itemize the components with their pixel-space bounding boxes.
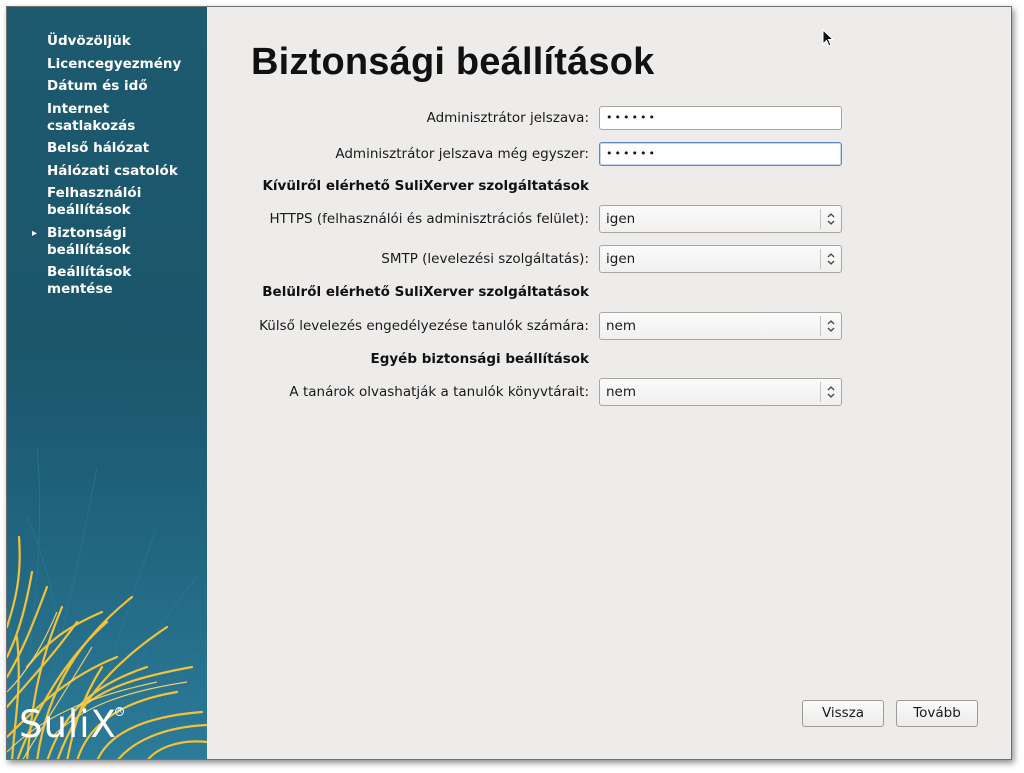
up-down-chevron-icon [827, 253, 835, 265]
sulix-logo: SuliX R [19, 697, 129, 747]
external-mail-select-value: nem [606, 318, 637, 334]
sidebar-item-label: Belső hálózat [47, 140, 150, 156]
select-separator [820, 382, 821, 402]
sidebar-item-datum-es-ido[interactable]: Dátum és idő [47, 78, 203, 95]
sidebar-item-label: Dátum és idő [47, 78, 148, 94]
admin-password-confirm-field[interactable]: •••••• [599, 142, 842, 166]
sidebar-item-label: Beállítások mentése [47, 264, 132, 297]
select-separator [820, 316, 821, 336]
sidebar-item-halozati-csatolok[interactable]: Hálózati csatolók [47, 163, 203, 180]
external-mail-label: Külső levelezés engedélyezése tanulók sz… [259, 318, 589, 334]
smtp-select-value: igen [606, 251, 636, 267]
registered-mark-icon: R [115, 707, 124, 716]
up-down-chevron-icon [827, 213, 835, 225]
sidebar-item-biztonsagi-beallitasok[interactable]: ▸ Biztonsági beállítások [32, 224, 203, 259]
sidebar-item-felhasznaloi-beallitasok[interactable]: Felhasználói beállítások [47, 185, 203, 219]
sidebar-item-licencegyezmeny[interactable]: Licencegyezmény [47, 56, 203, 73]
https-select[interactable]: igen [599, 205, 842, 233]
mouse-pointer-icon [822, 29, 835, 47]
sidebar-item-belso-halozat[interactable]: Belső hálózat [47, 140, 203, 157]
sidebar-item-udvozoljuk[interactable]: Üdvözöljük [47, 33, 203, 50]
sidebar-item-internet-csatlakozas[interactable]: Internet csatlakozás [47, 101, 203, 135]
installer-window: Üdvözöljük Licencegyezmény Dátum és idő … [6, 6, 1012, 760]
sidebar-item-label: Üdvözöljük [47, 33, 131, 49]
next-button[interactable]: Tovább [896, 700, 978, 727]
section-other-security: Egyéb biztonsági beállítások [370, 351, 590, 367]
sidebar-item-label: Felhasználói beállítások [47, 185, 142, 218]
sidebar-item-label: Internet csatlakozás [47, 100, 136, 134]
main-content: Biztonsági beállítások Adminisztrátor je… [207, 7, 1011, 759]
up-down-chevron-icon [827, 320, 835, 332]
admin-password-label: Adminisztrátor jelszava: [426, 110, 589, 126]
select-separator [820, 249, 821, 269]
page-title: Biztonsági beállítások [251, 41, 655, 83]
teachers-read-select[interactable]: nem [599, 378, 842, 406]
admin-password-confirm-label: Adminisztrátor jelszava még egyszer: [335, 146, 589, 162]
sidebar-item-label: Biztonsági beállítások [47, 224, 131, 258]
active-step-arrow-icon: ▸ [32, 227, 38, 239]
sidebar-nav: Üdvözöljük Licencegyezmény Dátum és idő … [32, 33, 203, 304]
section-internal-services: Belülről elérhető SuliXerver szolgáltatá… [262, 284, 589, 300]
sidebar-item-label: Hálózati csatolók [47, 162, 178, 179]
teachers-read-label: A tanárok olvashatják a tanulók könyvtár… [289, 384, 589, 400]
external-mail-select[interactable]: nem [599, 312, 842, 340]
smtp-select[interactable]: igen [599, 245, 842, 273]
smtp-label: SMTP (levelezési szolgáltatás): [381, 251, 589, 267]
logo-text: SuliX [19, 703, 117, 746]
sidebar-item-label: Licencegyezmény [47, 55, 182, 72]
section-external-services: Kívülről elérhető SuliXerver szolgáltatá… [262, 178, 589, 194]
https-label: HTTPS (felhasználói és adminisztrációs f… [269, 211, 589, 227]
up-down-chevron-icon [827, 386, 835, 398]
teachers-read-select-value: nem [606, 384, 637, 400]
sidebar-item-beallitasok-mentese[interactable]: Beállítások mentése [47, 264, 203, 298]
select-separator [820, 209, 821, 229]
back-button[interactable]: Vissza [802, 700, 884, 727]
sidebar: Üdvözöljük Licencegyezmény Dátum és idő … [7, 7, 207, 759]
https-select-value: igen [606, 211, 636, 227]
admin-password-field[interactable]: •••••• [599, 106, 842, 130]
